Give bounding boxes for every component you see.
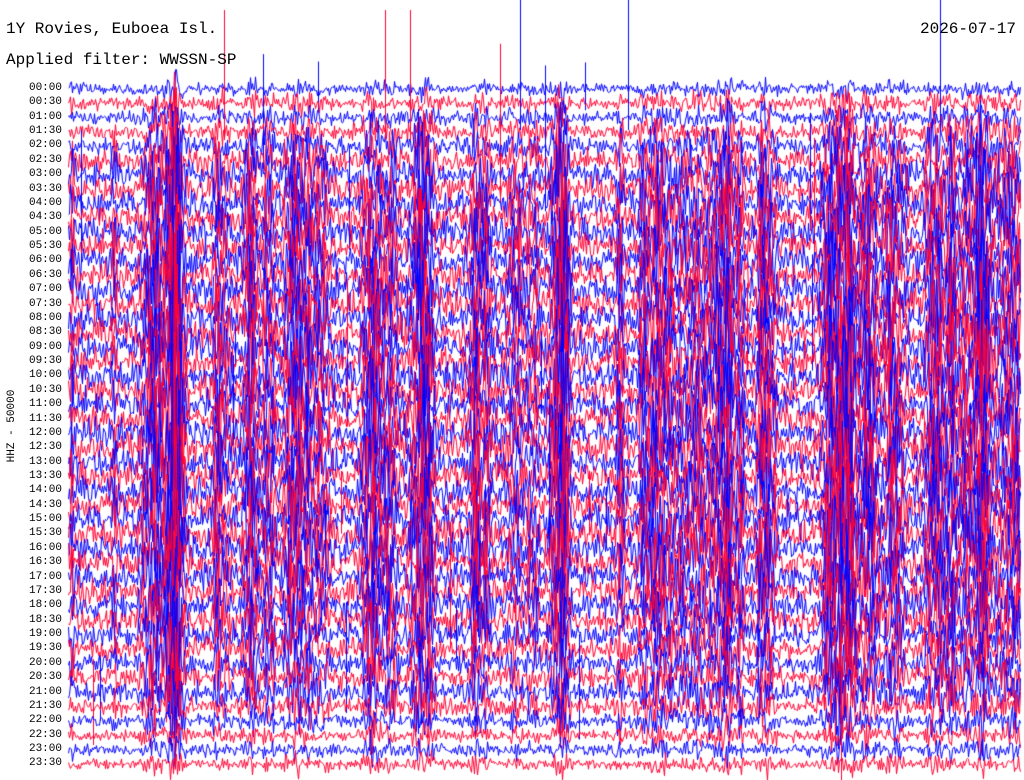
row-time-label: 09:00 [28,340,62,353]
row-time-label: 01:30 [28,125,62,138]
row-time-label: 12:30 [28,441,62,454]
row-time-label: 05:00 [28,225,62,238]
row-time-label: 19:30 [28,642,62,655]
row-time-label: 08:30 [28,326,62,339]
row-time-label: 13:30 [28,469,62,482]
row-time-label: 11:30 [28,412,62,425]
row-time-label: 11:00 [28,398,62,411]
row-time-label: 00:00 [28,82,62,94]
row-time-label: 22:30 [28,728,62,741]
row-time-label: 09:30 [28,355,62,368]
row-time-label: 07:00 [28,283,62,296]
row-time-label: 03:30 [28,182,62,195]
plot-date: 2026-07-17 [919,20,1016,38]
row-time-label: 08:00 [28,311,62,324]
row-time-label: 21:30 [28,699,62,712]
filter-subtitle: Applied filter: WWSSN-SP [6,51,237,69]
row-time-label: 04:00 [28,196,62,209]
row-time-label: 06:00 [28,254,62,267]
row-time-label: 23:30 [28,757,62,770]
row-time-label: 17:00 [28,570,62,583]
row-time-label: 21:00 [28,685,62,698]
row-time-label: 10:00 [28,369,62,382]
row-time-label: 01:00 [28,110,62,123]
row-time-label: 12:00 [28,426,62,439]
row-time-label: 03:00 [28,168,62,181]
row-time-label: 10:30 [28,383,62,396]
row-time-label: 07:30 [28,297,62,310]
row-time-label: 19:00 [28,628,62,641]
row-time-label: 14:30 [28,498,62,511]
row-time-label: 18:00 [28,599,62,612]
row-time-label: 15:30 [28,527,62,540]
station-title: 1Y Rovies, Euboea Isl. [6,20,218,38]
row-time-label: 20:30 [28,671,62,684]
row-time-label: 23:00 [28,743,62,756]
row-time-label: 02:00 [28,139,62,152]
row-time-label: 17:30 [28,584,62,597]
row-time-label: 06:30 [28,268,62,281]
helicorder-plot [0,0,1024,780]
row-time-label: 04:30 [28,211,62,224]
row-time-label: 22:00 [28,714,62,727]
row-time-label: 13:00 [28,455,62,468]
row-time-label: 02:30 [28,153,62,166]
row-time-label: 05:30 [28,240,62,253]
row-time-label: 00:30 [28,96,62,109]
row-time-label: 20:00 [28,656,62,669]
row-time-label: 14:00 [28,484,62,497]
row-time-label: 18:30 [28,613,62,626]
row-time-label: 15:00 [28,513,62,526]
row-time-label: 16:00 [28,541,62,554]
y-axis-label: HHZ - 50000 [6,389,18,463]
row-time-label: 16:30 [28,556,62,569]
